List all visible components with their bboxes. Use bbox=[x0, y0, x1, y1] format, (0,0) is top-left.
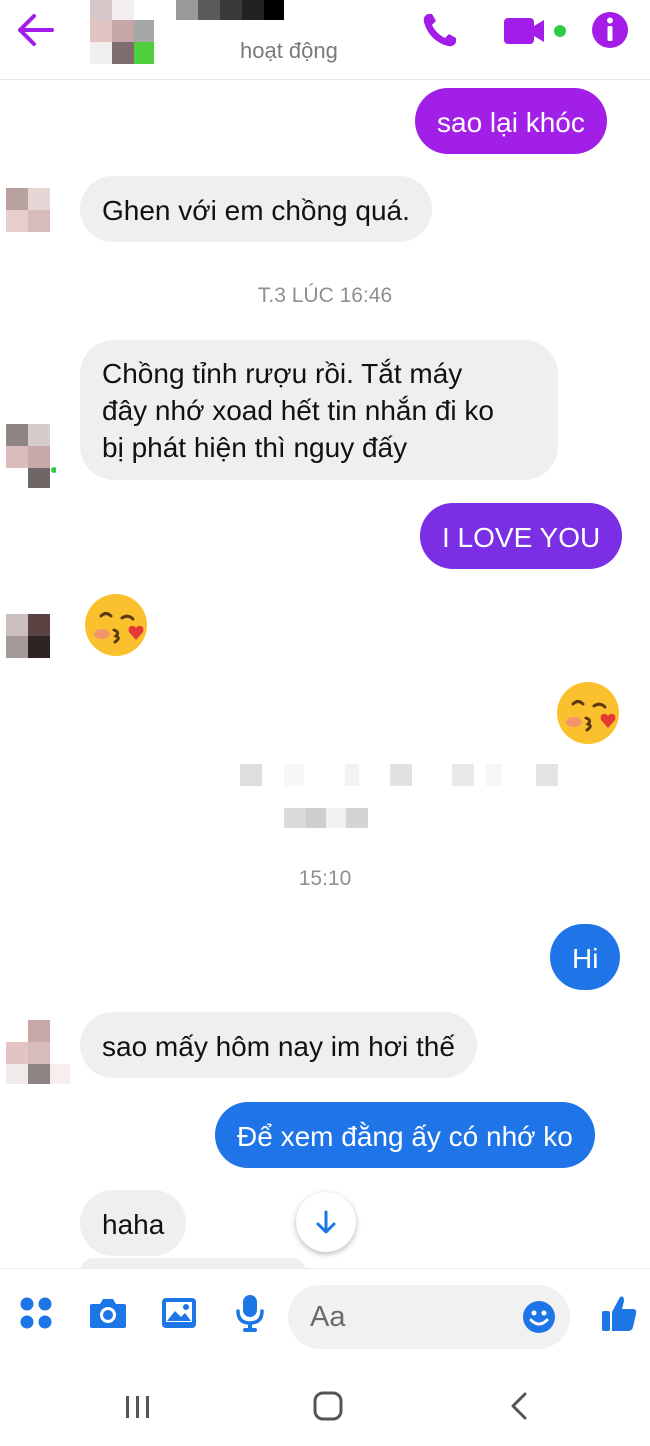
message-text: haha bbox=[102, 1209, 165, 1240]
microphone-icon bbox=[236, 1295, 264, 1332]
system-navigation-bar bbox=[0, 1368, 650, 1446]
message-input[interactable] bbox=[310, 1285, 510, 1349]
gallery-button[interactable] bbox=[160, 1295, 198, 1336]
message-text: Ghen với em chồng quá. bbox=[102, 195, 410, 226]
camera-icon bbox=[90, 1299, 126, 1328]
kissing-face-with-heart-emoji[interactable] bbox=[84, 592, 150, 658]
phone-icon bbox=[423, 14, 456, 47]
sender-avatar[interactable] bbox=[6, 188, 50, 232]
timestamp: T.3 LÚC 16:46 bbox=[257, 284, 393, 307]
home-icon bbox=[313, 1391, 343, 1421]
message-bubble-incoming[interactable]: haha bbox=[80, 1190, 187, 1256]
sender-avatar[interactable] bbox=[6, 614, 50, 658]
censored-notice bbox=[240, 764, 570, 834]
message-bubble-outgoing[interactable]: I LOVE YOU bbox=[420, 503, 623, 569]
voice-message-button[interactable] bbox=[234, 1293, 266, 1338]
message-bubble-outgoing[interactable]: sao lại khóc bbox=[415, 88, 607, 154]
contact-avatar[interactable] bbox=[88, 0, 158, 68]
gallery-icon bbox=[162, 1298, 196, 1328]
emoji-button[interactable] bbox=[522, 1300, 556, 1339]
back-arrow-icon bbox=[18, 14, 54, 46]
message-bubble-outgoing[interactable]: Hi bbox=[550, 924, 621, 990]
scroll-to-bottom-button[interactable] bbox=[296, 1192, 356, 1252]
thumbs-up-icon bbox=[602, 1296, 637, 1331]
recent-apps-icon bbox=[126, 1396, 149, 1418]
message-bubble-incoming[interactable]: Ghen với em chồng quá. bbox=[80, 176, 432, 242]
message-text: Hi bbox=[572, 943, 599, 974]
system-back-button[interactable] bbox=[498, 1384, 542, 1428]
message-text: I LOVE YOU bbox=[442, 522, 601, 553]
conversation-info-button[interactable] bbox=[590, 10, 630, 50]
message-text-line: đây nhớ xoad hết tin nhắn đi ko bbox=[102, 395, 494, 426]
video-call-button[interactable] bbox=[502, 10, 568, 50]
active-status: hoạt động bbox=[240, 38, 338, 63]
message-bubble-outgoing[interactable]: Để xem đằng ấy có nhớ ko bbox=[215, 1102, 595, 1168]
message-text-line: Chồng tỉnh rượu rồi. Tắt máy bbox=[102, 358, 463, 389]
back-icon bbox=[511, 1392, 527, 1420]
like-button[interactable] bbox=[600, 1293, 638, 1338]
voice-call-button[interactable] bbox=[420, 10, 460, 50]
sender-avatar[interactable] bbox=[6, 424, 57, 490]
video-camera-icon bbox=[504, 18, 566, 44]
message-text-line: bị phát hiện thì nguy đấy bbox=[102, 432, 408, 463]
camera-button[interactable] bbox=[88, 1295, 128, 1336]
message-composer bbox=[0, 1268, 650, 1368]
message-text: sao lại khóc bbox=[437, 107, 585, 138]
chat-header: hoạt động bbox=[0, 0, 650, 80]
arrow-down-icon bbox=[316, 1210, 336, 1234]
recent-apps-button[interactable] bbox=[116, 1384, 160, 1428]
timestamp: 15:10 bbox=[298, 867, 352, 890]
message-bubble-incoming[interactable]: Chồng tỉnh rượu rồi. Tắt máy đây nhớ xoa… bbox=[80, 340, 558, 480]
online-indicator bbox=[134, 42, 154, 64]
emoji-icon bbox=[523, 1301, 555, 1333]
apps-grid-icon bbox=[20, 1297, 52, 1329]
message-text: sao mấy hôm nay im hơi thế bbox=[102, 1031, 455, 1062]
kissing-face-with-heart-emoji[interactable] bbox=[556, 680, 622, 746]
contact-name bbox=[176, 0, 286, 22]
more-actions-button[interactable] bbox=[18, 1295, 54, 1336]
message-text: Để xem đằng ấy có nhớ ko bbox=[237, 1121, 573, 1152]
back-button[interactable] bbox=[16, 12, 56, 48]
messenger-chat-screen: hoạt động sao lại khóc Ghen với em chồng… bbox=[0, 0, 650, 1446]
info-icon bbox=[592, 12, 628, 48]
sender-avatar[interactable] bbox=[6, 1020, 70, 1086]
message-bubble-incoming[interactable]: sao mấy hôm nay im hơi thế bbox=[80, 1012, 477, 1078]
home-button[interactable] bbox=[306, 1384, 350, 1428]
message-input-container bbox=[288, 1285, 570, 1349]
